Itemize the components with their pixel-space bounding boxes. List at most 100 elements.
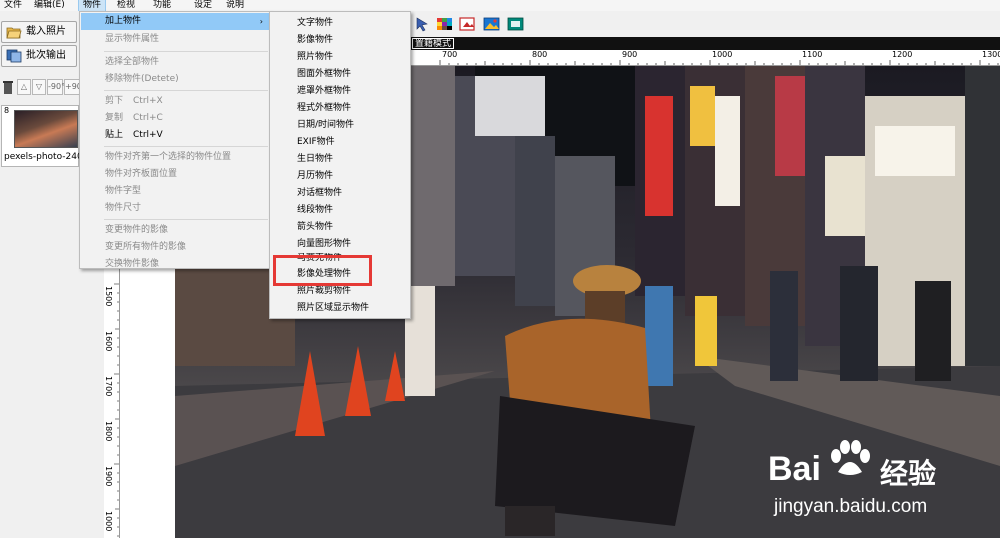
color-grid-icon[interactable] xyxy=(436,16,454,32)
menu-object[interactable]: 物件 xyxy=(77,0,107,12)
menu-item-label: 物件字型 xyxy=(105,186,142,196)
h-ruler-label: 800 xyxy=(532,50,548,59)
menu-item-label: 复制 xyxy=(105,113,124,123)
h-ruler-label: 1200 xyxy=(892,50,913,59)
menu-item-label: 物件对齐第一个选择的物件位置 xyxy=(105,152,232,162)
menu-item-label: 显示物件属性 xyxy=(105,34,160,44)
menu-item-label: 加上物件 xyxy=(105,16,142,26)
menu-item-label: 物件尺寸 xyxy=(105,203,142,213)
h-ruler-label: 1000 xyxy=(712,50,733,59)
menu-separator xyxy=(104,90,268,91)
paw-icon xyxy=(831,440,870,475)
h-ruler-label: 900 xyxy=(622,50,638,59)
v-ruler-label: 1800 xyxy=(104,421,113,442)
move-down-button[interactable]: ▽ xyxy=(32,79,46,95)
menu-item-select-all[interactable]: 选择全部物件 xyxy=(81,54,269,71)
v-ruler-label: 1000 xyxy=(104,511,113,532)
mode-label: 置籍模式 xyxy=(412,38,455,49)
menu-item-shortcut: Ctrl+V xyxy=(133,130,163,140)
menu-item-label: 贴上 xyxy=(105,130,124,140)
highlight-box xyxy=(273,255,372,286)
menu-item-swap-images[interactable]: 交换物件影像 xyxy=(81,256,269,273)
menu-item-label: 选择全部物件 xyxy=(105,57,160,67)
edit-image-icon[interactable] xyxy=(459,16,477,32)
submenu-item-dialog-object[interactable]: 对话框物件 xyxy=(271,185,409,202)
load-photo-button[interactable]: 载入照片 xyxy=(1,21,77,43)
status-strip xyxy=(410,37,1000,50)
rotate-left-button[interactable]: -90° xyxy=(47,79,65,95)
v-ruler-label: 1600 xyxy=(104,331,113,352)
menu-item-remove[interactable]: 移除物件(Detete) xyxy=(81,71,269,88)
submenu-item-text-object[interactable]: 文字物件 xyxy=(271,15,409,32)
menu-view[interactable]: 检视 xyxy=(113,0,139,11)
menu-function[interactable]: 功能 xyxy=(149,0,175,11)
menu-item-font[interactable]: 物件字型 xyxy=(81,183,269,200)
h-ruler-label: 1300 xyxy=(982,50,1000,59)
menu-separator xyxy=(104,51,268,52)
submenu-item-line-object[interactable]: 线段物件 xyxy=(271,202,409,219)
menu-item-show-properties[interactable]: 显示物件属性 xyxy=(81,31,269,48)
menu-item-size[interactable]: 物件尺寸 xyxy=(81,200,269,217)
menu-item-paste[interactable]: 贴上 Ctrl+V xyxy=(81,127,269,144)
menu-item-label: 移除物件(Detete) xyxy=(105,74,179,84)
submenu-item-image-object[interactable]: 影像物件 xyxy=(271,32,409,49)
submenu-item-picture-frame[interactable]: 图面外框物件 xyxy=(271,66,409,83)
menu-item-change-all-images[interactable]: 变更所有物件的影像 xyxy=(81,239,269,256)
menu-item-align-first[interactable]: 物件对齐第一个选择的物件位置 xyxy=(81,149,269,166)
menu-item-cut[interactable]: 剪下 Ctrl+X xyxy=(81,93,269,110)
submenu-arrow-icon: › xyxy=(259,17,263,26)
watermark-brand-cn: 经验 xyxy=(880,457,937,490)
v-ruler-label: 1500 xyxy=(104,286,113,307)
watermark-url: jingyan.baidu.com xyxy=(774,496,928,517)
submenu-item-datetime-object[interactable]: 日期/时间物件 xyxy=(271,117,409,134)
batch-output-button[interactable]: 批次输出 xyxy=(1,45,77,67)
menu-item-label: 交换物件影像 xyxy=(105,259,160,269)
submenu-item-arrow-object[interactable]: 箭头物件 xyxy=(271,219,409,236)
photo-thumbnail[interactable]: 8 pexels-photo-240... xyxy=(1,105,80,167)
menu-help[interactable]: 说明 xyxy=(222,0,248,11)
submenu-item-photo-region-object[interactable]: 照片区域显示物件 xyxy=(271,300,409,317)
frame-icon[interactable] xyxy=(507,16,525,32)
menu-item-label: 变更物件的影像 xyxy=(105,225,169,235)
menu-file[interactable]: 文件 xyxy=(0,0,26,11)
thumbnail-image xyxy=(14,110,78,148)
submenu-item-birthday-object[interactable]: 生日物件 xyxy=(271,151,409,168)
menu-item-shortcut: Ctrl+X xyxy=(133,96,163,106)
h-ruler-label: 1100 xyxy=(802,50,823,59)
v-ruler-label: 1700 xyxy=(104,376,113,397)
object-menu-dropdown: 加上物件 › 显示物件属性 选择全部物件 移除物件(Detete) 剪下 Ctr… xyxy=(79,11,271,269)
baidu-watermark: Bai 经验 jingyan.baidu.com xyxy=(768,440,1000,538)
menu-separator xyxy=(104,146,268,147)
horizontal-ruler: 700 800 900 1000 1100 1200 1300 xyxy=(410,50,1000,66)
thumbnail-number: 8 xyxy=(4,106,10,115)
select-arrow-icon[interactable] xyxy=(414,16,432,32)
folder-open-icon xyxy=(6,27,22,39)
menu-separator xyxy=(104,219,268,220)
menu-item-align-board[interactable]: 物件对齐板面位置 xyxy=(81,166,269,183)
menu-item-add-object[interactable]: 加上物件 › xyxy=(81,13,269,30)
submenu-item-vector-object[interactable]: 向量图形物件 xyxy=(271,236,409,253)
menu-item-change-image[interactable]: 变更物件的影像 xyxy=(81,222,269,239)
menu-edit[interactable]: 编辑(E) xyxy=(30,0,69,11)
submenu-item-exif-object[interactable]: EXIF物件 xyxy=(271,134,409,151)
batch-output-label: 批次输出 xyxy=(26,50,66,61)
h-ruler-label: 700 xyxy=(442,50,458,59)
menu-settings[interactable]: 设定 xyxy=(190,0,216,11)
submenu-item-calendar-object[interactable]: 月历物件 xyxy=(271,168,409,185)
submenu-item-mask-frame[interactable]: 遮罩外框物件 xyxy=(271,83,409,100)
menu-item-label: 物件对齐板面位置 xyxy=(105,169,178,179)
rotate-right-button[interactable]: +90° xyxy=(64,79,86,95)
thumbnail-filename: pexels-photo-240... xyxy=(4,152,80,162)
trash-icon[interactable] xyxy=(2,79,14,95)
submenu-item-photo-object[interactable]: 照片物件 xyxy=(271,49,409,66)
watermark-brand: Bai xyxy=(768,450,821,488)
load-photo-label: 载入照片 xyxy=(26,26,66,37)
batch-output-icon xyxy=(6,49,22,63)
menu-item-shortcut: Ctrl+C xyxy=(133,113,163,123)
menu-item-label: 变更所有物件的影像 xyxy=(105,242,187,252)
image-icon[interactable] xyxy=(483,16,501,32)
submenu-item-program-frame[interactable]: 程式外框物件 xyxy=(271,100,409,117)
move-up-button[interactable]: △ xyxy=(17,79,31,95)
v-ruler-label: 1900 xyxy=(104,466,113,487)
menu-item-copy[interactable]: 复制 Ctrl+C xyxy=(81,110,269,127)
